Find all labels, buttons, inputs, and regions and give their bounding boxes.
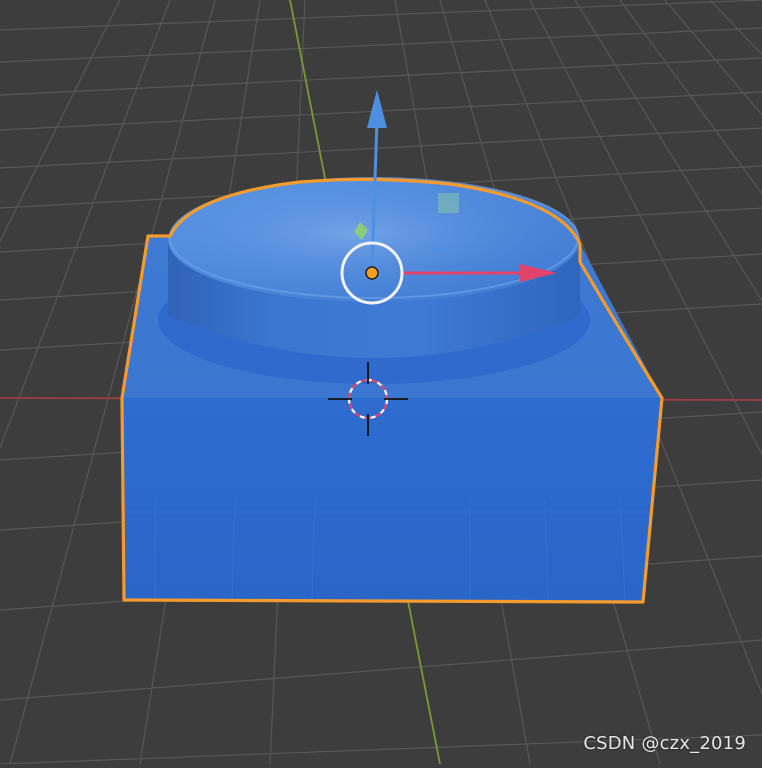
viewport-canvas[interactable]: [0, 0, 762, 765]
gizmo-z-arrowhead[interactable]: [367, 90, 387, 128]
gizmo-plane-handle[interactable]: [438, 193, 459, 213]
box-front-face: [122, 398, 662, 602]
3d-viewport[interactable]: CSDN @czx_2019: [0, 0, 762, 765]
object-origin-icon: [365, 266, 379, 280]
watermark-text: CSDN @czx_2019: [583, 733, 746, 754]
gizmo-z-plane-handle[interactable]: [428, 247, 446, 252]
